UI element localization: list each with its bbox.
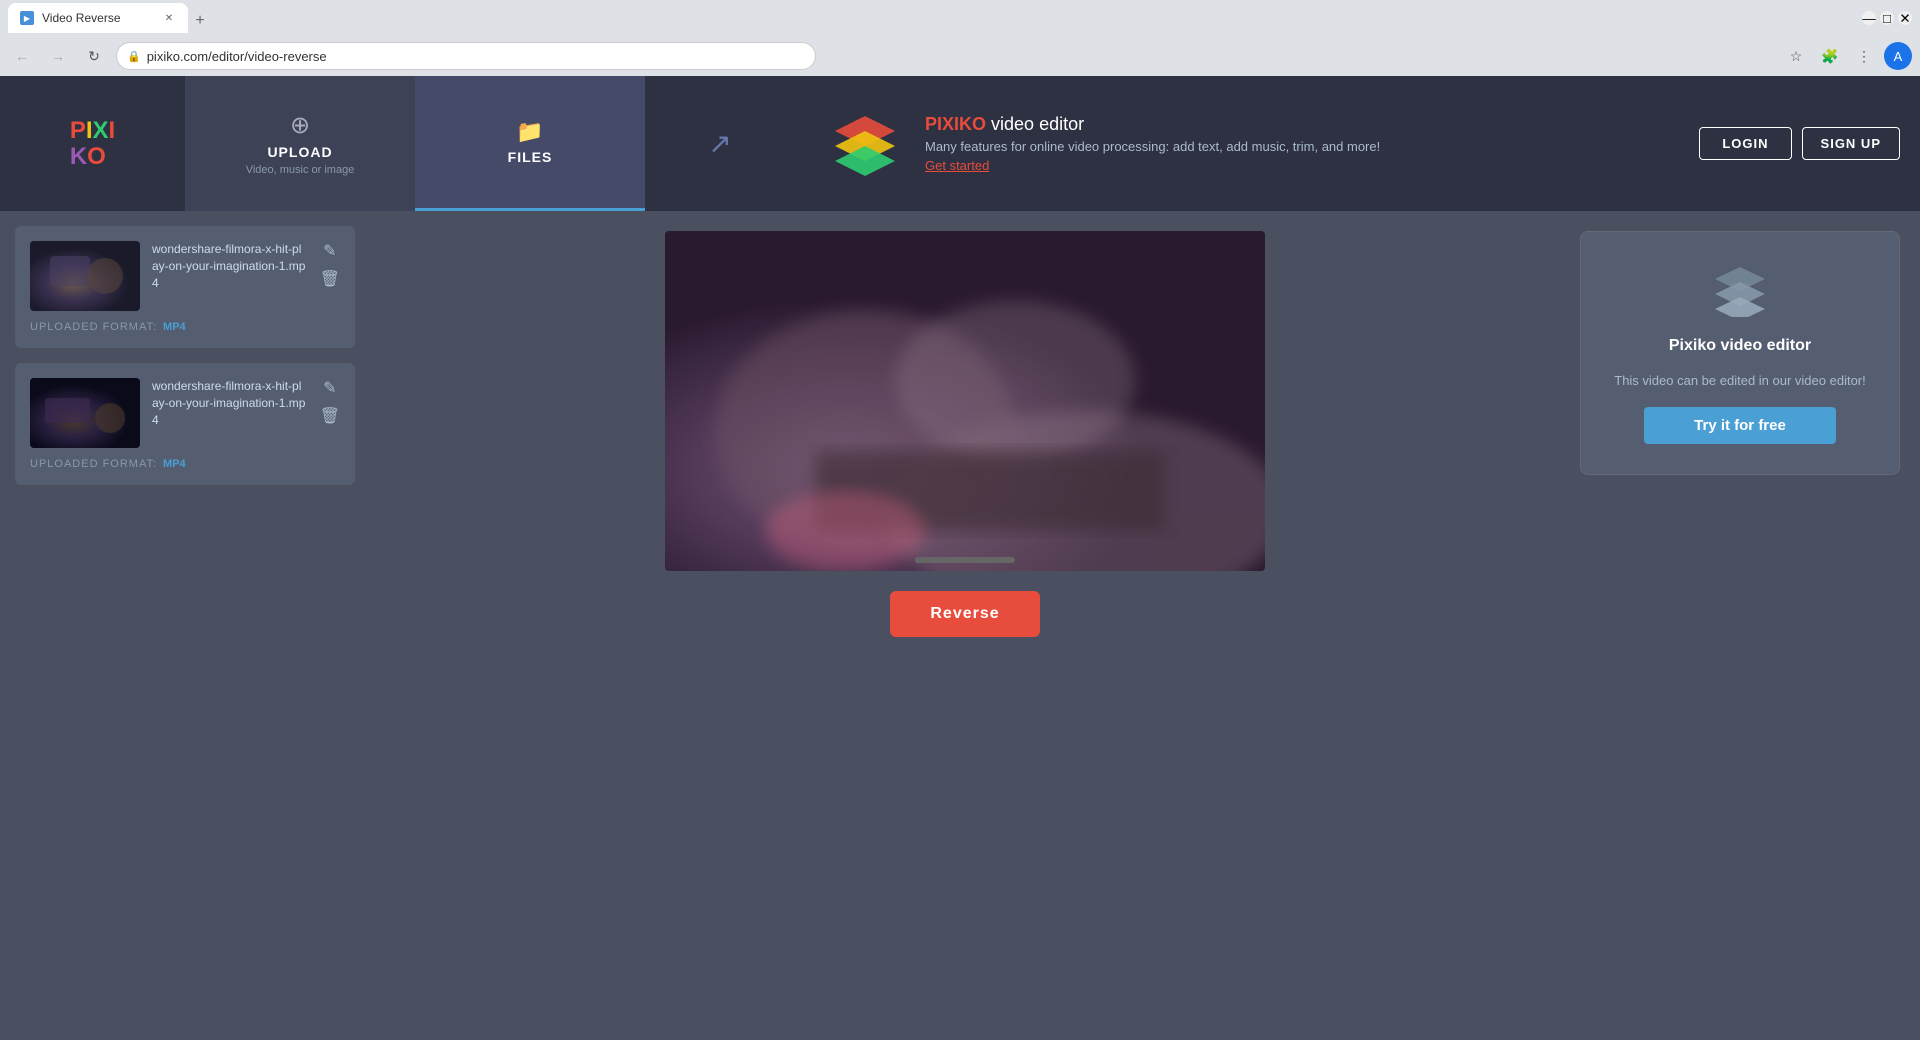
forward-button[interactable]: → (44, 42, 72, 70)
back-button[interactable]: ← (8, 42, 36, 70)
minimize-button[interactable]: — (1862, 11, 1876, 25)
logo: P I X I K O (70, 117, 115, 171)
try-free-button[interactable]: Try it for free (1644, 407, 1836, 444)
file-card-1: wondershare-filmora-x-hit-play-on-your-i… (15, 226, 355, 348)
more-button[interactable]: ⋮ (1850, 42, 1878, 70)
login-button[interactable]: LOGIN (1699, 127, 1791, 160)
promo-cta-link[interactable]: Get started (925, 158, 1380, 173)
upload-button[interactable]: ⊕ UPLOAD Video, music or image (185, 76, 415, 211)
delete-icon-2: 🗑 (320, 406, 340, 426)
logo-area: P I X I K O (0, 97, 185, 191)
lock-icon: 🔒 (127, 50, 141, 63)
profile-icon[interactable]: A (1884, 42, 1912, 70)
bookmark-button[interactable]: ☆ (1782, 42, 1810, 70)
preview-area: Reverse (370, 211, 1560, 1040)
editor-promo-title: Pixiko video editor (1669, 337, 1811, 355)
file-format-value-2: MP4 (163, 458, 186, 470)
app-header: P I X I K O ⊕ UPLOAD Video, music or ima… (0, 76, 1920, 211)
sidebar: wondershare-filmora-x-hit-play-on-your-i… (0, 211, 370, 1040)
close-button[interactable]: ✕ (1898, 11, 1912, 25)
tab-title: Video Reverse (42, 11, 121, 25)
file-edit-button-2[interactable]: ✎ (320, 378, 340, 398)
tab-favicon: ▶ (20, 11, 34, 25)
editor-promo-icon (1710, 262, 1770, 317)
file-name-1: wondershare-filmora-x-hit-play-on-your-i… (152, 241, 308, 291)
file-actions-1: ✎ 🗑 (320, 241, 340, 289)
video-frame (665, 231, 1265, 571)
file-format-value-1: MP4 (163, 321, 186, 333)
app-container: P I X I K O ⊕ UPLOAD Video, music or ima… (0, 76, 1920, 1040)
upload-label: UPLOAD (267, 144, 332, 160)
file-card-2-top: wondershare-filmora-x-hit-play-on-your-i… (30, 378, 340, 448)
file-format-label-1: UPLOADED FORMAT: (30, 321, 157, 333)
promo-subtitle: Many features for online video processin… (925, 139, 1380, 154)
file-thumb-2 (30, 378, 140, 448)
editor-promo-desc: This video can be edited in our video ed… (1614, 371, 1866, 391)
toolbar-right: ☆ 🧩 ⋮ A (1782, 42, 1912, 70)
file-delete-button-2[interactable]: 🗑 (320, 406, 340, 426)
logo-i: I (86, 117, 93, 145)
thumb-placeholder-2 (30, 378, 140, 448)
files-icon: 📁 (516, 119, 543, 145)
editor-promo-card: Pixiko video editor This video can be ed… (1580, 231, 1900, 475)
file-info-1: wondershare-filmora-x-hit-play-on-your-i… (152, 241, 308, 291)
logo-k: K (70, 143, 87, 171)
file-actions-2: ✎ 🗑 (320, 378, 340, 426)
file-thumb-1 (30, 241, 140, 311)
promo-title: PIXIKO video editor (925, 114, 1380, 135)
file-meta-2: UPLOADED FORMAT: MP4 (30, 458, 340, 470)
signup-button[interactable]: SIGN UP (1802, 127, 1900, 160)
app-main: wondershare-filmora-x-hit-play-on-your-i… (0, 211, 1920, 1040)
auth-buttons: LOGIN SIGN UP (1679, 127, 1920, 160)
logo-p: P (70, 117, 86, 145)
window-controls: — □ ✕ (1862, 11, 1912, 25)
upload-icon: ⊕ (290, 111, 310, 140)
logo-i2: I (109, 117, 116, 145)
file-card-2: wondershare-filmora-x-hit-play-on-your-i… (15, 363, 355, 485)
delete-icon-1: 🗑 (320, 269, 340, 289)
file-format-label-2: UPLOADED FORMAT: (30, 458, 157, 470)
tab-close-button[interactable]: ✕ (162, 11, 176, 25)
file-info-2: wondershare-filmora-x-hit-play-on-your-i… (152, 378, 308, 428)
file-delete-button-1[interactable]: 🗑 (320, 269, 340, 289)
browser-tab[interactable]: ▶ Video Reverse ✕ (8, 3, 188, 33)
file-name-2: wondershare-filmora-x-hit-play-on-your-i… (152, 378, 308, 428)
video-progress-bar[interactable] (915, 557, 1015, 563)
address-bar[interactable]: 🔒 pixiko.com/editor/video-reverse (116, 42, 816, 70)
share-button[interactable]: ↗ (645, 76, 795, 211)
edit-icon-1: ✎ (323, 241, 336, 261)
file-meta-1: UPLOADED FORMAT: MP4 (30, 321, 340, 333)
video-preview (665, 231, 1265, 571)
logo-x: X (93, 117, 109, 145)
edit-icon-2: ✎ (323, 378, 336, 398)
reload-button[interactable]: ↻ (80, 42, 108, 70)
share-icon: ↗ (708, 127, 731, 160)
promo-logo-icon (825, 104, 905, 184)
maximize-button[interactable]: □ (1880, 11, 1894, 25)
file-edit-button-1[interactable]: ✎ (320, 241, 340, 261)
right-panel: Pixiko video editor This video can be ed… (1560, 211, 1920, 1040)
logo-o: O (87, 143, 106, 171)
reverse-button[interactable]: Reverse (890, 591, 1039, 637)
url-text: pixiko.com/editor/video-reverse (147, 49, 805, 64)
files-button[interactable]: 📁 FILES (415, 76, 645, 211)
thumb-placeholder-1 (30, 241, 140, 311)
extensions-button[interactable]: 🧩 (1816, 42, 1844, 70)
files-label: FILES (508, 149, 553, 165)
file-card-1-top: wondershare-filmora-x-hit-play-on-your-i… (30, 241, 340, 311)
upload-sublabel: Video, music or image (246, 164, 355, 176)
promo-text: PIXIKO video editor Many features for on… (925, 114, 1380, 173)
new-tab-button[interactable]: + (188, 9, 212, 33)
promo-area: PIXIKO video editor Many features for on… (795, 104, 1679, 184)
